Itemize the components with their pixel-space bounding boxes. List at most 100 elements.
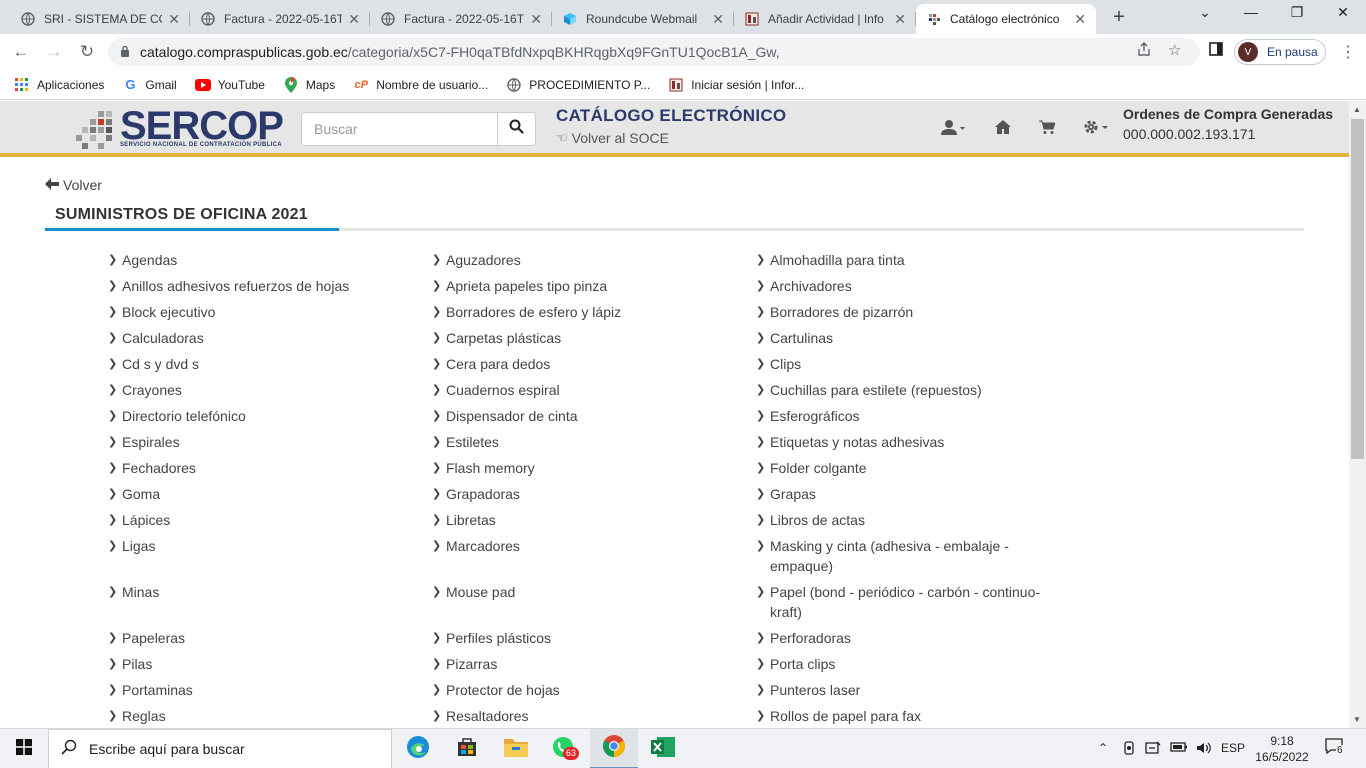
category-link[interactable]: ❯ Mouse pad [431, 582, 731, 622]
category-link[interactable]: ❯ Aprieta papeles tipo pinza [431, 276, 731, 296]
profile-button[interactable]: V En pausa [1234, 39, 1326, 65]
bookmark-gmail[interactable]: G Gmail [122, 77, 176, 93]
close-icon[interactable]: ✕ [894, 11, 906, 28]
category-link[interactable]: ❯ Borradores de esfero y lápiz [431, 302, 731, 322]
category-link[interactable]: ❯ Pilas [107, 654, 407, 674]
category-link[interactable]: ❯ Papeleras [107, 628, 407, 648]
close-icon[interactable]: ✕ [168, 11, 180, 28]
taskbar-excel[interactable] [639, 729, 687, 768]
category-link[interactable]: ❯ Dispensador de cinta [431, 406, 731, 426]
network-icon[interactable] [1145, 741, 1161, 758]
language-indicator[interactable]: ESP [1221, 741, 1245, 755]
category-link[interactable]: ❯ Clips [755, 354, 1055, 374]
bookmark-youtube[interactable]: YouTube [194, 77, 265, 93]
category-link[interactable]: ❯ Cuchillas para estilete (repuestos) [755, 380, 1055, 400]
cart-button[interactable] [1039, 119, 1056, 138]
volume-icon[interactable] [1196, 741, 1212, 758]
category-link[interactable]: ❯ Resaltadores [431, 706, 731, 726]
close-window-button[interactable]: ✕ [1320, 4, 1366, 21]
home-button[interactable] [995, 119, 1011, 138]
close-icon[interactable]: ✕ [1074, 11, 1086, 28]
close-icon[interactable]: ✕ [530, 11, 542, 28]
taskbar-chrome[interactable] [590, 729, 638, 768]
sercop-logo[interactable]: SERCOP SERVICIO NACIONAL DE CONTRATACIÓN… [76, 105, 288, 151]
category-link[interactable]: ❯ Archivadores [755, 276, 1055, 296]
category-link[interactable]: ❯ Porta clips [755, 654, 1055, 674]
category-link[interactable]: ❯ Masking y cinta (adhesiva - embalaje - … [755, 536, 1055, 576]
bookmark-nombre-usuario[interactable]: cP Nombre de usuario... [353, 77, 488, 93]
start-button[interactable] [0, 729, 48, 768]
category-link[interactable]: ❯ Flash memory [431, 458, 731, 478]
bookmark-procedimiento[interactable]: PROCEDIMIENTO P... [506, 77, 650, 93]
category-link[interactable]: ❯ Marcadores [431, 536, 731, 576]
search-input[interactable] [301, 112, 497, 146]
minimize-button[interactable]: — [1228, 4, 1274, 20]
category-link[interactable]: ❯ Lápices [107, 510, 407, 530]
category-link[interactable]: ❯ Perforadoras [755, 628, 1055, 648]
category-link[interactable]: ❯ Pizarras [431, 654, 731, 674]
forward-button[interactable]: → [42, 40, 66, 64]
bookmark-star-icon[interactable]: ☆ [1168, 41, 1181, 59]
bookmark-iniciar-sesion[interactable]: Iniciar sesión | Infor... [668, 77, 804, 93]
category-link[interactable]: ❯ Cartulinas [755, 328, 1055, 348]
notification-center[interactable]: 6 [1325, 738, 1347, 761]
category-link[interactable]: ❯ Estiletes [431, 432, 731, 452]
taskbar-search[interactable]: Escribe aquí para buscar [48, 729, 392, 768]
tab-factura-2[interactable]: Factura - 2022-05-16T ✕ [370, 4, 552, 34]
category-link[interactable]: ❯ Grapadoras [431, 484, 731, 504]
category-link[interactable]: ❯ Block ejecutivo [107, 302, 407, 322]
taskbar-clock[interactable]: 9:18 16/5/2022 [1252, 733, 1312, 765]
back-link[interactable]: Volver [45, 177, 102, 193]
side-panel-icon[interactable] [1208, 41, 1224, 61]
category-link[interactable]: ❯ Punteros laser [755, 680, 1055, 700]
category-link[interactable]: ❯ Agendas [107, 250, 407, 270]
tab-catalogo-electronico[interactable]: Catálogo electrónico ✕ [916, 4, 1096, 34]
category-link[interactable]: ❯ Borradores de pizarrón [755, 302, 1055, 322]
category-link[interactable]: ❯ Perfiles plásticos [431, 628, 731, 648]
category-link[interactable]: ❯ Cd s y dvd s [107, 354, 407, 374]
category-link[interactable]: ❯ Protector de hojas [431, 680, 731, 700]
scroll-down-icon[interactable]: ▼ [1353, 715, 1361, 724]
category-link[interactable]: ❯ Espirales [107, 432, 407, 452]
tab-search-button[interactable]: ⌄ [1182, 4, 1228, 21]
category-link[interactable]: ❯ Grapas [755, 484, 1055, 504]
category-link[interactable]: ❯ Calculadoras [107, 328, 407, 348]
scrollbar-thumb[interactable] [1351, 119, 1364, 459]
taskbar-file-explorer[interactable] [492, 729, 540, 768]
share-icon[interactable] [1136, 41, 1152, 61]
category-link[interactable]: ❯ Crayones [107, 380, 407, 400]
search-button[interactable] [497, 112, 536, 146]
tray-chevron-up-icon[interactable]: ⌃ [1098, 741, 1108, 755]
tab-factura-1[interactable]: Factura - 2022-05-16T ✕ [190, 4, 370, 34]
category-link[interactable]: ❯ Cera para dedos [431, 354, 731, 374]
category-link[interactable]: ❯ Almohadilla para tinta [755, 250, 1055, 270]
category-link[interactable]: ❯ Papel (bond - periódico - carbón - cont… [755, 582, 1055, 622]
category-link[interactable]: ❯ Minas [107, 582, 407, 622]
category-link[interactable]: ❯ Rollos de papel para fax [755, 706, 1055, 726]
bookmark-maps[interactable]: Maps [283, 76, 335, 93]
category-link[interactable]: ❯ Reglas [107, 706, 407, 726]
category-link[interactable]: ❯ Cuadernos espiral [431, 380, 731, 400]
close-icon[interactable]: ✕ [712, 11, 724, 28]
menu-kebab-icon[interactable]: ⋮ [1340, 42, 1356, 62]
battery-icon[interactable] [1170, 741, 1188, 756]
restore-button[interactable]: ❐ [1274, 4, 1320, 21]
category-link[interactable]: ❯ Etiquetas y notas adhesivas [755, 432, 1055, 452]
close-icon[interactable]: ✕ [348, 11, 360, 28]
category-link[interactable]: ❯ Fechadores [107, 458, 407, 478]
category-link[interactable]: ❯ Goma [107, 484, 407, 504]
back-button[interactable]: ← [9, 40, 33, 64]
tab-roundcube[interactable]: Roundcube Webmail ✕ [552, 4, 734, 34]
category-link[interactable]: ❯ Libros de actas [755, 510, 1055, 530]
category-link[interactable]: ❯ Carpetas plásticas [431, 328, 731, 348]
user-menu-button[interactable] [941, 119, 965, 138]
category-link[interactable]: ❯ Esferográficos [755, 406, 1055, 426]
tab-anadir-actividad[interactable]: Añadir Actividad | Info ✕ [734, 4, 916, 34]
taskbar-whatsapp[interactable]: 63 [541, 729, 589, 768]
volver-soce-link[interactable]: ☜ Volver al SOCE [556, 130, 669, 146]
tray-app-icon[interactable] [1122, 741, 1136, 758]
scroll-up-icon[interactable]: ▲ [1353, 105, 1361, 114]
new-tab-button[interactable]: + [1108, 6, 1130, 29]
reload-button[interactable]: ↻ [75, 40, 99, 64]
bookmark-apps[interactable]: Aplicaciones [14, 77, 104, 93]
